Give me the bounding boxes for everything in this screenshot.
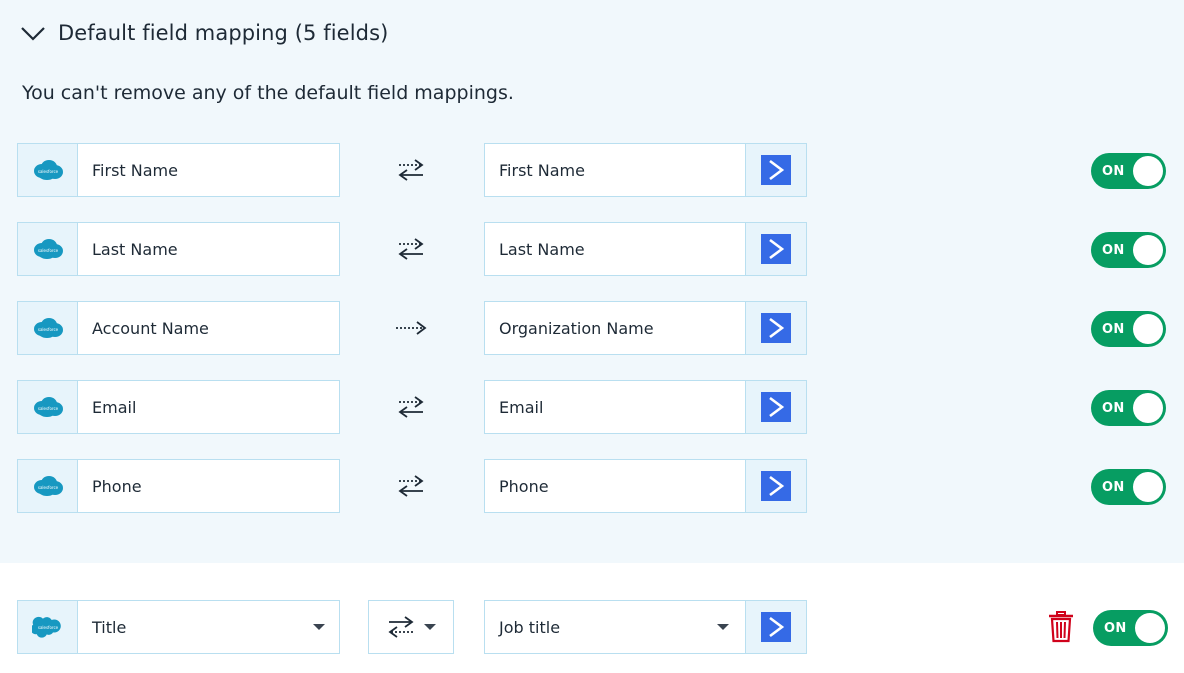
mapping-row: salesforce First Name First Name ON: [0, 143, 1184, 199]
source-field: salesforce Account Name: [17, 301, 340, 355]
source-field-label: Account Name: [92, 318, 209, 338]
source-field-label: Title: [92, 617, 127, 637]
salesforce-logo: salesforce: [18, 460, 78, 512]
mapping-row: salesforce Email Email ON: [0, 380, 1184, 436]
bidirectional-arrows-icon: [394, 471, 428, 501]
toggle-knob: [1133, 472, 1163, 502]
sync-toggle[interactable]: ON: [1091, 153, 1166, 189]
toggle-label: ON: [1102, 479, 1125, 495]
target-field-label: Email: [499, 397, 544, 417]
salesforce-logo: salesforce: [18, 144, 78, 196]
toggle-label: ON: [1104, 620, 1127, 636]
section-toggle[interactable]: Default field mapping (5 fields): [20, 14, 388, 52]
toggle-knob: [1133, 314, 1163, 344]
source-field: salesforce First Name: [17, 143, 340, 197]
target-field-label: Last Name: [499, 239, 585, 259]
toggle-knob: [1133, 235, 1163, 265]
salesforce-logo: salesforce: [18, 601, 78, 653]
target-field-label: First Name: [499, 160, 585, 180]
source-field-select[interactable]: salesforce Title: [17, 600, 340, 654]
default-field-mapping-section: Default field mapping (5 fields) You can…: [0, 0, 1184, 563]
caret-down-icon: [313, 624, 325, 630]
salesforce-logo: salesforce: [18, 302, 78, 354]
toggle-knob: [1133, 156, 1163, 186]
activecampaign-logo: [745, 144, 806, 196]
svg-text:salesforce: salesforce: [37, 485, 58, 490]
target-field-label: Organization Name: [499, 318, 654, 338]
target-field: Organization Name: [484, 301, 807, 355]
mapping-row: salesforce Last Name Last Name ON: [0, 222, 1184, 278]
source-field: salesforce Phone: [17, 459, 340, 513]
bidirectional-arrows-icon: [394, 155, 428, 185]
target-field-label: Phone: [499, 476, 549, 496]
direction-select[interactable]: [368, 600, 454, 654]
chevron-down-icon: [21, 27, 45, 41]
target-field: Last Name: [484, 222, 807, 276]
activecampaign-logo: [745, 381, 806, 433]
svg-text:salesforce: salesforce: [37, 406, 58, 411]
sync-toggle[interactable]: ON: [1091, 390, 1166, 426]
bidirectional-arrows-icon: [388, 616, 414, 638]
caret-down-icon: [424, 624, 436, 630]
activecampaign-logo: [745, 223, 806, 275]
mapping-row: salesforce Phone Phone ON: [0, 459, 1184, 515]
target-field-select[interactable]: Job title: [484, 600, 807, 654]
source-field-label: Last Name: [92, 239, 178, 259]
activecampaign-logo: [745, 460, 806, 512]
source-field-label: First Name: [92, 160, 178, 180]
svg-text:salesforce: salesforce: [37, 327, 58, 332]
salesforce-logo: salesforce: [18, 381, 78, 433]
bidirectional-arrows-icon: [394, 392, 428, 422]
sync-toggle[interactable]: ON: [1091, 311, 1166, 347]
svg-text:salesforce: salesforce: [37, 169, 58, 174]
source-field-label: Phone: [92, 476, 142, 496]
caret-down-icon: [717, 624, 729, 630]
toggle-knob: [1135, 613, 1165, 643]
target-field: First Name: [484, 143, 807, 197]
toggle-label: ON: [1102, 242, 1125, 258]
toggle-knob: [1133, 393, 1163, 423]
salesforce-logo: salesforce: [18, 223, 78, 275]
mapping-row: salesforce Account Name Organization Name O…: [0, 301, 1184, 357]
toggle-label: ON: [1102, 163, 1125, 179]
source-field: salesforce Email: [17, 380, 340, 434]
delete-mapping-button[interactable]: [1046, 610, 1076, 644]
trash-icon: [1049, 611, 1073, 643]
sync-toggle[interactable]: ON: [1093, 610, 1168, 646]
section-subtitle: You can't remove any of the default fiel…: [22, 82, 514, 104]
activecampaign-logo: [745, 601, 806, 653]
source-field: salesforce Last Name: [17, 222, 340, 276]
one-way-arrow-icon: [394, 313, 428, 343]
svg-text:salesforce: salesforce: [37, 625, 58, 630]
section-title: Default field mapping (5 fields): [58, 21, 389, 45]
activecampaign-logo: [745, 302, 806, 354]
target-field-label: Job title: [499, 617, 561, 637]
sync-toggle[interactable]: ON: [1091, 232, 1166, 268]
sync-toggle[interactable]: ON: [1091, 469, 1166, 505]
svg-text:salesforce: salesforce: [37, 248, 58, 253]
toggle-label: ON: [1102, 400, 1125, 416]
bidirectional-arrows-icon: [394, 234, 428, 264]
source-field-label: Email: [92, 397, 137, 417]
target-field: Email: [484, 380, 807, 434]
target-field: Phone: [484, 459, 807, 513]
toggle-label: ON: [1102, 321, 1125, 337]
custom-mapping-row: salesforce Title Job title ON: [0, 600, 1184, 656]
